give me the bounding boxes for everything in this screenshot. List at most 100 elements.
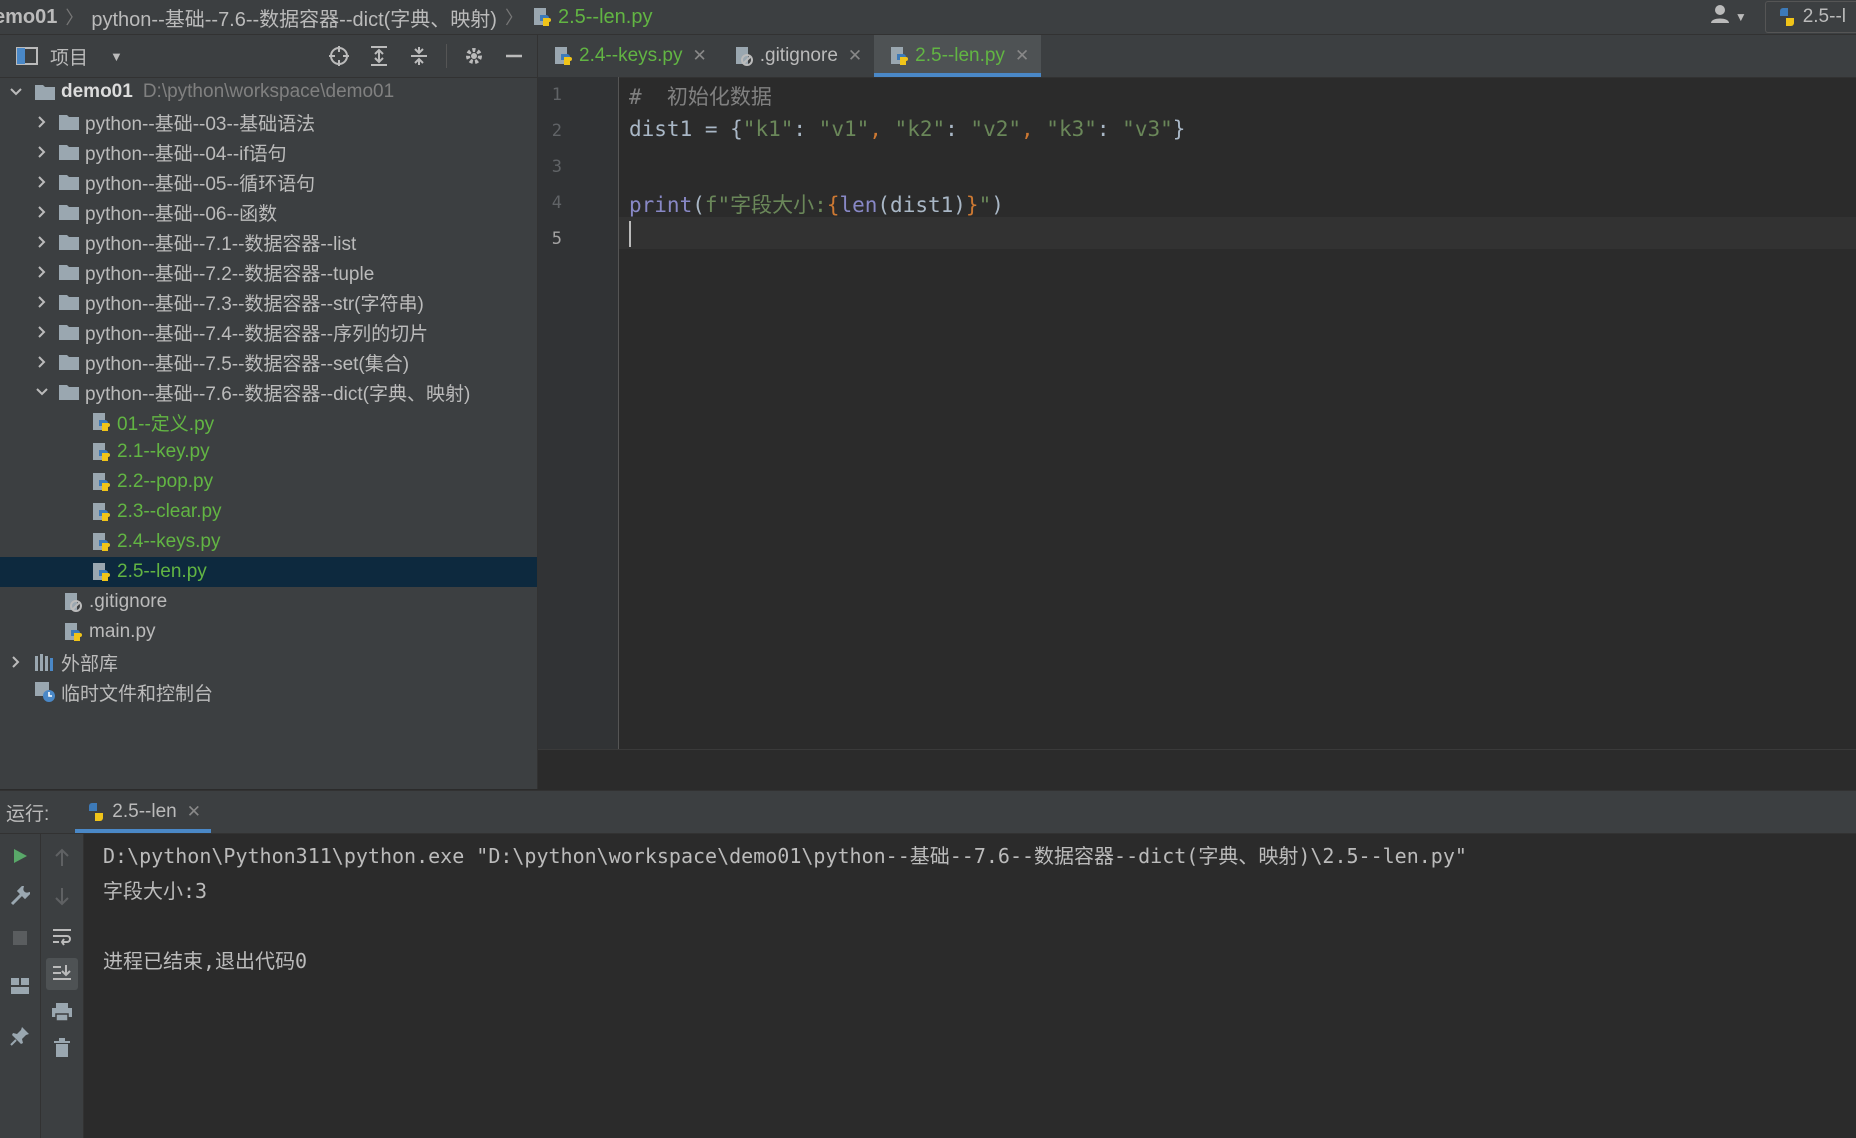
close-icon[interactable]: ✕ <box>692 46 706 66</box>
gear-icon[interactable] <box>461 43 487 69</box>
tree-folder[interactable]: python--基础--04--if语句 <box>0 137 537 167</box>
code-token: "k3" <box>1046 117 1097 141</box>
close-icon[interactable]: ✕ <box>848 46 862 66</box>
run-tab[interactable]: 2.5--len ✕ <box>75 791 211 833</box>
toolbar-right: ▼ 2.5--l <box>1710 0 1856 34</box>
tree-external-libraries[interactable]: 外部库 <box>0 647 537 677</box>
breadcrumb-file-label: 2.5--len.py <box>557 5 653 28</box>
breadcrumb-project[interactable]: emo01 <box>0 6 57 29</box>
expand-all-icon[interactable] <box>366 43 392 69</box>
chevron-right-icon[interactable] <box>32 172 52 192</box>
arrow-up-icon[interactable] <box>48 844 76 872</box>
chevron-down-icon[interactable]: ▼ <box>110 49 123 64</box>
breadcrumb-file[interactable]: 2.5--len.py <box>531 5 653 29</box>
folder-label: python--基础--03--基础语法 <box>85 113 316 135</box>
chevron-right-icon[interactable] <box>32 322 52 342</box>
tree-folder[interactable]: python--基础--7.5--数据容器--set(集合) <box>0 347 537 377</box>
tab-keys-py[interactable]: 2.4--keys.py ✕ <box>538 35 719 77</box>
folder-label: python--基础--7.2--数据容器--tuple <box>85 263 375 285</box>
arrow-down-icon[interactable] <box>48 882 76 910</box>
run-panel: 运行: 2.5--len ✕ D:\python\Python311\pytho… <box>0 790 1856 1138</box>
layout-icon[interactable] <box>6 972 34 1000</box>
python-icon <box>85 801 107 823</box>
chevron-right-icon[interactable] <box>32 292 52 312</box>
tree-file[interactable]: 01--定义.py <box>0 407 537 437</box>
tree-file[interactable]: .gitignore <box>0 587 537 617</box>
folder-label: python--基础--05--循环语句 <box>85 173 316 195</box>
current-line-highlight <box>619 217 1856 249</box>
code-token: print <box>629 193 693 217</box>
trash-icon[interactable] <box>48 1034 76 1062</box>
rerun-icon[interactable] <box>6 842 34 870</box>
python-file-icon <box>90 411 112 433</box>
tree-file-selected[interactable]: 2.5--len.py <box>0 557 537 587</box>
code-token: } <box>965 193 979 217</box>
code-line-2: dist1 = {"k1": "v1", "k2": "v2", "k3": "… <box>629 117 1185 141</box>
project-view-title[interactable]: 项目 <box>50 43 88 70</box>
tree-folder[interactable]: python--基础--06--函数 <box>0 197 537 227</box>
print-icon[interactable] <box>48 998 76 1026</box>
line-number: 3 <box>551 157 562 177</box>
tab-gitignore[interactable]: .gitignore ✕ <box>719 35 874 77</box>
pin-icon[interactable] <box>6 1022 34 1050</box>
python-file-icon <box>90 471 112 493</box>
folder-icon <box>58 351 80 373</box>
locate-file-icon[interactable] <box>326 43 352 69</box>
line-number: 4 <box>551 193 562 213</box>
close-icon[interactable]: ✕ <box>1015 46 1029 66</box>
tree-file[interactable]: 2.3--clear.py <box>0 497 537 527</box>
code-token: "k1" <box>742 117 794 141</box>
console-line: 进程已结束,退出代码0 <box>103 949 308 973</box>
file-label: 2.4--keys.py <box>117 531 221 552</box>
chevron-right-icon[interactable] <box>32 142 52 162</box>
tree-file[interactable]: 2.4--keys.py <box>0 527 537 557</box>
tree-folder[interactable]: python--基础--7.3--数据容器--str(字符串) <box>0 287 537 317</box>
code-token: : <box>793 117 819 141</box>
tree-root[interactable]: demo01 D:\python\workspace\demo01 <box>0 77 537 107</box>
tree-folder[interactable]: python--基础--7.1--数据容器--list <box>0 227 537 257</box>
soft-wrap-icon[interactable] <box>48 922 76 950</box>
folder-icon <box>58 111 80 133</box>
tree-folder[interactable]: python--基础--7.4--数据容器--序列的切片 <box>0 317 537 347</box>
chevron-right-icon[interactable] <box>32 262 52 282</box>
breadcrumb-folder[interactable]: python--基础--7.6--数据容器--dict(字典、映射) <box>91 3 497 32</box>
chevron-down-icon[interactable] <box>32 382 52 402</box>
tree-folder-open[interactable]: python--基础--7.6--数据容器--dict(字典、映射) <box>0 377 537 407</box>
tree-file[interactable]: main.py <box>0 617 537 647</box>
tree-file[interactable]: 2.2--pop.py <box>0 467 537 497</box>
tab-label: .gitignore <box>759 45 838 66</box>
line-number: 1 <box>551 85 562 105</box>
chevron-right-icon[interactable] <box>32 202 52 222</box>
folder-icon <box>58 381 80 403</box>
file-label: 2.1--key.py <box>117 441 210 462</box>
python-file-icon <box>531 6 553 28</box>
tree-scratches[interactable]: 临时文件和控制台 <box>0 677 537 707</box>
line-number-gutter: 1 2 3 4 5 <box>538 77 619 749</box>
folder-icon <box>58 291 80 313</box>
chevron-right-icon[interactable] <box>32 232 52 252</box>
user-account-button[interactable]: ▼ <box>1710 4 1747 30</box>
chevron-right-icon[interactable] <box>6 652 26 672</box>
run-configuration-selector[interactable]: 2.5--l <box>1764 1 1856 33</box>
python-file-icon <box>90 441 112 463</box>
chevron-down-icon[interactable] <box>6 82 26 102</box>
collapse-all-icon[interactable] <box>406 43 432 69</box>
chevron-right-icon[interactable] <box>32 112 52 132</box>
code-area[interactable]: # 初始化数据 dist1 = {"k1": "v1", "k2": "v2",… <box>619 77 1856 749</box>
tree-folder[interactable]: python--基础--03--基础语法 <box>0 107 537 137</box>
scroll-to-end-icon[interactable] <box>46 958 78 990</box>
breadcrumb-separator: 〉 <box>504 8 523 28</box>
tree-folder[interactable]: python--基础--05--循环语句 <box>0 167 537 197</box>
wrench-icon[interactable] <box>6 882 34 910</box>
code-token: , <box>1021 117 1047 141</box>
tree-folder[interactable]: python--基础--7.2--数据容器--tuple <box>0 257 537 287</box>
tab-label: 2.4--keys.py <box>579 45 683 66</box>
breadcrumb-separator: 〉 <box>65 8 84 28</box>
stop-icon[interactable] <box>6 924 34 952</box>
chevron-right-icon[interactable] <box>32 352 52 372</box>
minimize-icon[interactable] <box>501 43 527 69</box>
code-token: f"字段大小: <box>704 193 827 217</box>
close-icon[interactable]: ✕ <box>187 802 201 822</box>
tree-file[interactable]: 2.1--key.py <box>0 437 537 467</box>
tab-len-py[interactable]: 2.5--len.py ✕ <box>874 35 1042 77</box>
